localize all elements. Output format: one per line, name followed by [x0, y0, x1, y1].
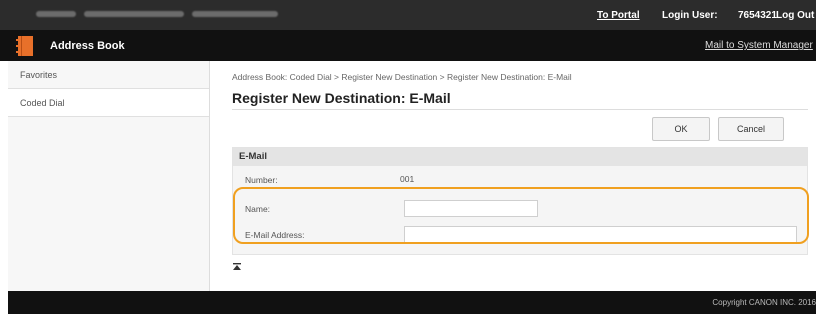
number-value: 001 [400, 174, 415, 184]
copyright-text: Copyright CANON INC. 2016 [712, 298, 816, 307]
login-user-id: 7654321 [738, 10, 777, 21]
sidebar: Favorites Coded Dial [8, 61, 210, 291]
page-title: Register New Destination: E-Mail [232, 90, 451, 106]
ok-button[interactable]: OK [652, 117, 710, 141]
scroll-to-top-icon[interactable] [232, 262, 242, 272]
breadcrumb: Address Book: Coded Dial > Register New … [232, 72, 572, 82]
email-section: E-Mail Number: 001 Name: E-Mail Address: [232, 147, 808, 255]
sidebar-item-coded-dial[interactable]: Coded Dial [8, 89, 209, 117]
section-title: E-Mail [233, 148, 807, 166]
mail-to-system-manager-link[interactable]: Mail to System Manager [705, 40, 813, 51]
blurred-url [36, 11, 278, 17]
to-portal-link[interactable]: To Portal [597, 10, 640, 21]
name-field[interactable] [404, 200, 538, 217]
cancel-button[interactable]: Cancel [718, 117, 784, 141]
top-bar: To Portal Login User: 7654321 Log Out [0, 0, 816, 30]
email-address-field[interactable] [404, 226, 797, 243]
number-label: Number: [245, 175, 278, 185]
app-title: Address Book [50, 40, 125, 52]
sidebar-item-favorites[interactable]: Favorites [8, 61, 209, 89]
title-divider [232, 109, 808, 110]
footer: Copyright CANON INC. 2016 [8, 291, 816, 314]
login-user-label: Login User: [662, 10, 718, 21]
email-address-label: E-Mail Address: [245, 230, 305, 240]
app-header: Address Book Mail to System Manager [0, 30, 816, 61]
name-label: Name: [245, 204, 271, 214]
address-book-icon [16, 36, 33, 56]
main-content: Address Book: Coded Dial > Register New … [210, 61, 816, 291]
logout-link[interactable]: Log Out [776, 10, 814, 21]
